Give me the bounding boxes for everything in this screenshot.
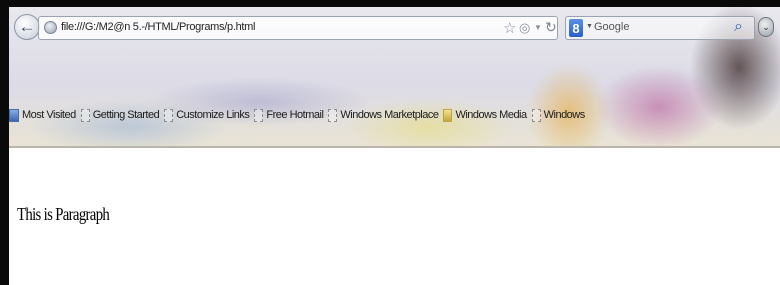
bookmark-star-icon[interactable]: ☆ [503, 19, 516, 37]
history-dropdown-icon[interactable]: ▼ [534, 23, 542, 32]
bookmark-label: Windows Marketplace [340, 109, 439, 121]
search-bar[interactable]: 8 ▼ Google ⌕ [565, 16, 755, 40]
site-identity-icon[interactable] [44, 21, 57, 34]
menu-toggle-icon[interactable]: ⌄ [758, 17, 774, 37]
bookmark-label: Most Visited [22, 109, 76, 121]
page-icon [254, 108, 264, 122]
bookmark-most-visited[interactable]: Most Visited [9, 108, 76, 122]
bookmark-customize-links[interactable]: Customize Links [164, 108, 250, 122]
page-paragraph: This is Paragraph [17, 204, 110, 224]
bookmarks-toolbar: Most Visited Getting Started Customize L… [9, 104, 590, 126]
search-icon[interactable]: ⌕ [734, 18, 743, 36]
bookmark-windows-media[interactable]: Windows Media [443, 108, 527, 122]
address-url[interactable]: file:///G:/M2@n 5.-/HTML/Programs/p.html [61, 21, 255, 33]
bookmark-label: Windows Media [455, 109, 527, 121]
window-frame-top [0, 0, 780, 7]
search-input[interactable]: Google [594, 21, 629, 33]
bookmark-label: Getting Started [92, 109, 160, 121]
bookmark-windows[interactable]: Windows [531, 108, 586, 122]
back-button[interactable]: ← [14, 14, 40, 40]
back-arrow-icon: ← [18, 17, 36, 36]
bookmark-label: Free Hotmail [266, 109, 324, 121]
address-bar[interactable]: file:///G:/M2@n 5.-/HTML/Programs/p.html… [38, 16, 558, 40]
page-icon [531, 108, 541, 122]
bookmark-label: Windows [543, 109, 586, 121]
page-icon [80, 108, 90, 122]
reload-icon[interactable]: ↻ [545, 19, 557, 36]
bookmark-free-hotmail[interactable]: Free Hotmail [254, 108, 324, 122]
toolbar-divider [9, 146, 780, 148]
windows-media-icon [443, 108, 453, 122]
page-icon [328, 108, 338, 122]
feed-icon[interactable]: ◎ [519, 20, 530, 36]
page-icon [164, 108, 174, 122]
window-frame-left [0, 0, 9, 285]
search-engine-dropdown-icon[interactable]: ▼ [586, 23, 593, 30]
most-visited-icon [9, 108, 19, 122]
bookmark-windows-marketplace[interactable]: Windows Marketplace [328, 108, 439, 122]
bookmark-label: Customize Links [176, 109, 250, 121]
bookmark-getting-started[interactable]: Getting Started [80, 108, 160, 122]
google-icon[interactable]: 8 [569, 19, 583, 37]
